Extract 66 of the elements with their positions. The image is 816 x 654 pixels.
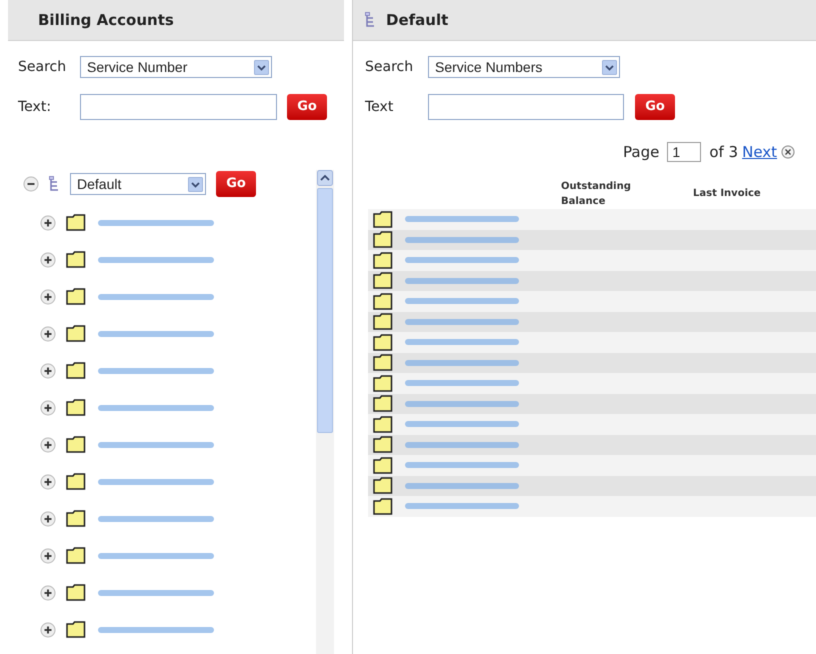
expand-icon[interactable] [40,362,56,378]
table-row[interactable] [368,250,816,270]
folder-icon [66,436,86,453]
scroll-thumb[interactable] [317,188,333,433]
text-label: Text [365,98,394,116]
go-button[interactable]: Go [635,94,675,120]
go-button[interactable]: Go [216,171,256,197]
expand-icon[interactable] [40,326,56,342]
table-row[interactable] [368,352,816,373]
folder-icon [66,325,86,342]
text-field[interactable] [428,94,624,120]
next-link[interactable]: Next [742,140,778,164]
table-row[interactable] [368,455,816,476]
search-label: Search [365,58,414,76]
go-button[interactable]: Go [287,94,327,120]
column-header: Outstanding Balance [561,180,632,209]
collapse-icon[interactable] [23,176,39,192]
page-label: Page [623,142,660,163]
table-row[interactable] [368,394,816,414]
text-label: Text: [18,98,52,116]
dropdown[interactable]: Service Number [80,56,272,78]
table-row[interactable] [368,230,816,250]
panel-title: Default [386,10,448,31]
expand-icon[interactable] [40,252,56,268]
folder-icon [66,251,86,268]
expand-icon[interactable] [40,214,56,230]
expand-icon[interactable] [40,288,56,304]
table-row[interactable] [368,414,816,434]
table-row[interactable] [368,312,816,332]
folder-icon [66,288,86,305]
expand-icon[interactable] [40,510,56,526]
table-row[interactable] [368,373,816,394]
folder-icon [66,362,86,379]
folder-icon [66,547,86,564]
folder-icon [66,510,86,527]
table-row[interactable] [368,291,816,312]
table-row[interactable] [368,270,816,291]
table-row[interactable] [368,434,816,455]
tree-icon [49,176,60,192]
scroll-up-icon[interactable] [317,170,333,186]
tree-icon [365,12,376,28]
scrollbar[interactable] [316,170,334,654]
page-count: of 3 [709,142,738,163]
table-row[interactable] [368,496,816,516]
page-field[interactable]: 1 [667,142,702,162]
search-label: Search [18,58,68,76]
expand-icon[interactable] [40,436,56,452]
folder-icon [66,621,86,638]
dropdown[interactable]: Service Numbers [428,56,620,78]
folder-icon [66,399,86,416]
panel-title: Billing Accounts [38,10,174,31]
expand-icon[interactable] [40,622,56,638]
folder-icon [66,473,86,490]
dropdown[interactable]: Default [70,173,206,195]
table-row[interactable] [368,332,816,352]
expand-icon[interactable] [40,548,56,564]
table-row[interactable] [368,476,816,496]
table-row[interactable] [368,209,816,230]
close-icon[interactable] [781,145,796,159]
folder-icon [66,584,86,601]
expand-icon[interactable] [40,584,56,600]
expand-icon[interactable] [40,400,56,416]
column-header: Last Invoice [693,187,761,201]
text-field[interactable] [80,94,277,120]
folder-icon [66,214,86,231]
expand-icon[interactable] [40,474,56,490]
